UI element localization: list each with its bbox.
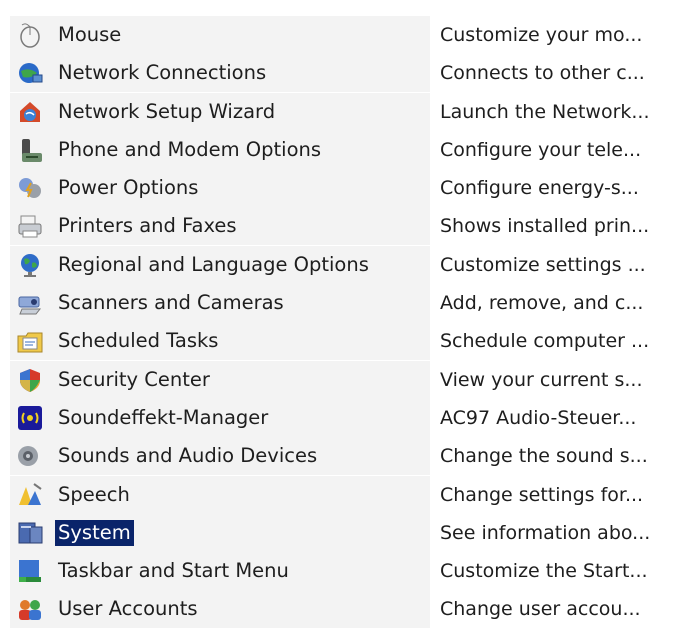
list-item-phone-modem[interactable]: Phone and Modem Options Configure your t… [0,130,682,169]
item-name: Soundeffekt-Manager [58,405,269,429]
item-description: Shows installed prin... [440,215,650,238]
speech-icon [16,481,44,509]
desc-cell: Shows installed prin... [440,207,682,246]
globe-icon [16,251,44,279]
desc-cell: Configure your tele... [440,130,682,169]
name-cell: Scanners and Cameras [10,284,430,323]
item-name: Power Options [58,176,199,200]
name-cell: Mouse [10,16,430,54]
mouse-icon [16,21,44,49]
printers-faxes-icon [16,212,44,240]
item-description: Configure energy-s... [440,177,639,200]
user-accounts-icon [16,595,44,623]
name-cell: Network Setup Wizard [10,92,430,131]
power-options-icon [16,174,44,202]
item-description: Launch the Network... [440,100,650,123]
list-item-sounds-audio-devices[interactable]: Sounds and Audio Devices Change the soun… [0,437,682,476]
desc-cell: Connects to other c... [440,54,682,93]
list-item-mouse[interactable]: Mouse Customize your mo... [0,16,682,54]
desc-cell: AC97 Audio-Steuer... [440,398,682,437]
item-description: Change settings for... [440,483,644,506]
item-name: Security Center [58,367,210,391]
name-cell: Speech [10,475,430,514]
name-cell: Phone and Modem Options [10,130,430,169]
desc-cell: Configure energy-s... [440,169,682,208]
name-cell: Taskbar and Start Menu [10,552,430,591]
item-name: Network Connections [58,61,267,85]
name-cell: Scheduled Tasks [10,322,430,361]
list-item-printers-faxes[interactable]: Printers and Faxes Shows installed prin.… [0,207,682,246]
item-description: Add, remove, and c... [440,292,644,315]
name-cell: Security Center [10,360,430,399]
name-cell: Regional and Language Options [10,245,430,284]
item-name: Regional and Language Options [58,252,369,276]
item-description: Configure your tele... [440,138,642,161]
item-name: User Accounts [58,597,198,621]
item-description: Schedule computer ... [440,330,650,353]
item-name: Network Setup Wizard [58,99,276,123]
desc-cell: Launch the Network... [440,92,682,131]
item-description: Customize settings ... [440,253,646,276]
list-item-network-setup-wizard[interactable]: Network Setup Wizard Launch the Network.… [0,92,682,131]
name-cell: Printers and Faxes [10,207,430,246]
desc-cell: Add, remove, and c... [440,284,682,323]
list-item-scheduled-tasks[interactable]: Scheduled Tasks Schedule computer ... [0,322,682,361]
scheduled-tasks-icon [16,327,44,355]
desc-cell: See information abo... [440,513,682,552]
system-computer-icon [16,519,44,547]
desc-cell: Customize settings ... [440,245,682,284]
item-name: System [55,519,134,546]
name-cell: Network Connections [10,54,430,93]
item-name: Printers and Faxes [58,214,237,238]
item-description: Customize the Start... [440,560,648,583]
scanner-camera-icon [16,289,44,317]
item-name: Taskbar and Start Menu [58,559,289,583]
item-description: Change the sound s... [440,445,648,468]
item-description: Change user accou... [440,598,641,621]
desc-cell: Change settings for... [440,475,682,514]
desc-cell: Change the sound s... [440,437,682,476]
name-cell: System [10,513,430,552]
list-item-power-options[interactable]: Power Options Configure energy-s... [0,169,682,208]
item-description: AC97 Audio-Steuer... [440,406,637,429]
list-item-soundeffekt-manager[interactable]: Soundeffekt-Manager AC97 Audio-Steuer... [0,398,682,437]
item-name: Sounds and Audio Devices [58,444,318,468]
name-cell: Soundeffekt-Manager [10,398,430,437]
list-item-regional-language[interactable]: Regional and Language Options Customize … [0,245,682,284]
list-item-speech[interactable]: Speech Change settings for... [0,475,682,514]
item-description: View your current s... [440,368,643,391]
security-shield-icon [16,366,44,394]
sound-effect-manager-icon [16,404,44,432]
item-name: Scheduled Tasks [58,329,219,353]
list-item-user-accounts[interactable]: User Accounts Change user accou... [0,590,682,629]
desc-cell: View your current s... [440,360,682,399]
taskbar-start-menu-icon [16,557,44,585]
desc-cell: Customize your mo... [440,16,682,54]
phone-modem-icon [16,136,44,164]
name-cell: Power Options [10,169,430,208]
list-item-security-center[interactable]: Security Center View your current s... [0,360,682,399]
control-panel-list: Mouse Customize your mo... Network Conne… [0,16,682,629]
desc-cell: Schedule computer ... [440,322,682,361]
name-cell: User Accounts [10,590,430,629]
item-description: See information abo... [440,521,651,544]
name-cell: Sounds and Audio Devices [10,437,430,476]
speaker-icon [16,442,44,470]
list-item-system[interactable]: System See information abo... [0,513,682,552]
item-name: Mouse [58,23,122,46]
network-connections-icon [16,59,44,87]
list-item-taskbar-start-menu[interactable]: Taskbar and Start Menu Customize the Sta… [0,552,682,591]
list-item-network-connections[interactable]: Network Connections Connects to other c.… [0,54,682,93]
desc-cell: Customize the Start... [440,552,682,591]
item-description: Customize your mo... [440,24,643,46]
network-setup-wizard-icon [16,98,44,126]
list-item-scanners-cameras[interactable]: Scanners and Cameras Add, remove, and c.… [0,284,682,323]
item-name: Phone and Modem Options [58,137,322,161]
item-name: Speech [58,482,130,506]
item-description: Connects to other c... [440,62,645,85]
item-name: Scanners and Cameras [58,291,284,315]
desc-cell: Change user accou... [440,590,682,629]
